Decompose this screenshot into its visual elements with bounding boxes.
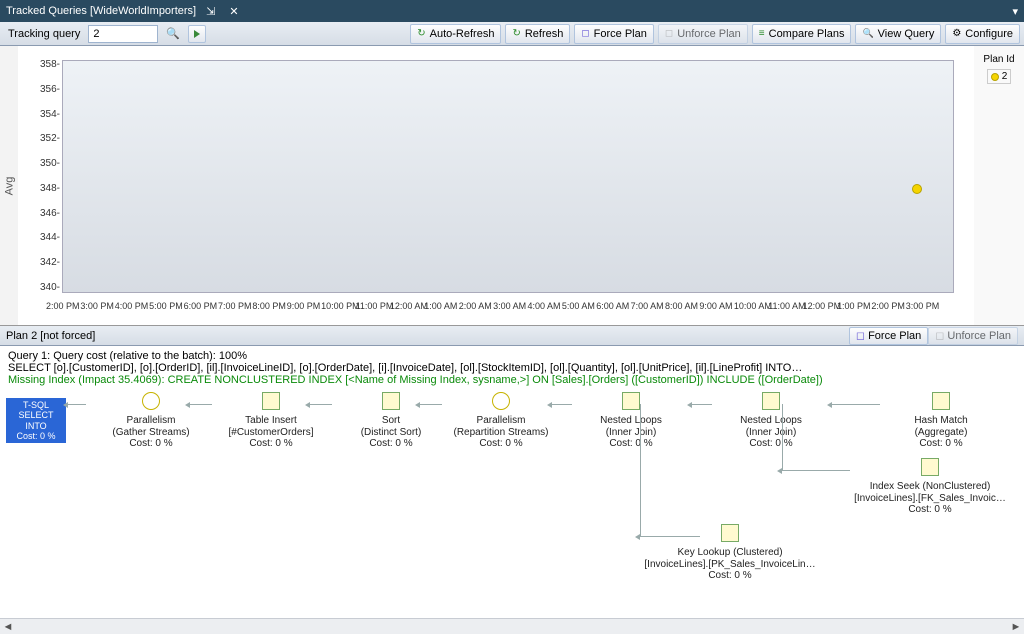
window-options-icon[interactable]: ▾ bbox=[1012, 5, 1018, 18]
x-ticks: 2:00 PM3:00 PM4:00 PM5:00 PM6:00 PM7:00 … bbox=[62, 301, 954, 311]
refresh-button[interactable]: Refresh bbox=[505, 24, 570, 44]
query-text: Query 1: Query cost (relative to the bat… bbox=[0, 346, 1024, 388]
plan-node-nested-loops-1[interactable]: Nested Loops(Inner Join)Cost: 0 % bbox=[560, 392, 702, 450]
refresh-icon bbox=[512, 28, 520, 39]
y-axis-label: Avg bbox=[0, 46, 18, 325]
title-bar: Tracked Queries [WideWorldImporters] ⇲ ✕… bbox=[0, 0, 1024, 22]
force-plan-icon bbox=[856, 329, 865, 342]
scroll-right-icon[interactable]: ► bbox=[1008, 620, 1024, 634]
plan-node-key-lookup[interactable]: Key Lookup (Clustered)[InvoiceLines].[PK… bbox=[630, 524, 830, 582]
plan-node-root[interactable]: T-SQL SELECT INTO Cost: 0 % bbox=[6, 398, 66, 443]
unforce-plan-icon bbox=[665, 28, 673, 39]
query-sql-line: SELECT [o].[CustomerID], [o].[OrderID], … bbox=[8, 362, 1016, 374]
chart-panel: Avg 358-356-354-352-350-348-346-344-342-… bbox=[0, 46, 1024, 326]
view-icon bbox=[862, 28, 873, 39]
legend-item[interactable]: 2 bbox=[987, 69, 1012, 84]
unforce-plan-icon bbox=[935, 329, 944, 342]
plot-box bbox=[62, 60, 954, 293]
execution-plan[interactable]: T-SQL SELECT INTO Cost: 0 % Parallelism(… bbox=[0, 388, 1024, 618]
plan-title: Plan 2 [not forced] bbox=[6, 330, 95, 342]
plan-node-nested-loops-2[interactable]: Nested Loops(Inner Join)Cost: 0 % bbox=[700, 392, 842, 450]
compare-plans-button[interactable]: Compare Plans bbox=[752, 24, 852, 44]
gear-icon bbox=[952, 28, 961, 39]
plan-header: Plan 2 [not forced] Force Plan Unforce P… bbox=[0, 326, 1024, 346]
auto-refresh-icon bbox=[417, 28, 425, 39]
data-point[interactable] bbox=[912, 184, 922, 194]
tracking-query-input[interactable] bbox=[88, 25, 158, 43]
legend: Plan Id 2 bbox=[974, 46, 1024, 325]
horizontal-scrollbar[interactable]: ◄ ► bbox=[0, 618, 1024, 634]
unforce-plan-button[interactable]: Unforce Plan bbox=[658, 24, 748, 44]
search-icon[interactable]: 🔍 bbox=[162, 27, 184, 40]
auto-refresh-button[interactable]: Auto-Refresh bbox=[410, 24, 501, 44]
chart-area[interactable]: 358-356-354-352-350-348-346-344-342-340-… bbox=[18, 46, 974, 325]
plan-node-index-seek[interactable]: Index Seek (NonClustered)[InvoiceLines].… bbox=[840, 458, 1020, 516]
plan-force-button[interactable]: Force Plan bbox=[849, 327, 928, 345]
compare-icon bbox=[759, 28, 765, 39]
scroll-left-icon[interactable]: ◄ bbox=[0, 620, 16, 634]
plan-node-hash-match[interactable]: Hash Match(Aggregate)Cost: 0 % bbox=[870, 392, 1012, 450]
plan-node-parallelism-repartition[interactable]: Parallelism(Repartition Streams)Cost: 0 … bbox=[430, 392, 572, 450]
y-ticks: 358-356-354-352-350-348-346-344-342-340- bbox=[26, 60, 60, 293]
document-title: Tracked Queries [WideWorldImporters] bbox=[6, 5, 196, 17]
tab-close-icon[interactable]: ✕ bbox=[225, 5, 242, 18]
view-query-button[interactable]: View Query bbox=[855, 24, 941, 44]
play-button[interactable] bbox=[188, 25, 206, 43]
tracking-label: Tracking query bbox=[4, 28, 84, 40]
force-plan-icon bbox=[581, 28, 589, 39]
document-tab[interactable]: Tracked Queries [WideWorldImporters] ⇲ ✕ bbox=[6, 5, 243, 18]
legend-title: Plan Id bbox=[978, 54, 1020, 65]
plan-unforce-button[interactable]: Unforce Plan bbox=[928, 327, 1018, 345]
toolbar: Tracking query 🔍 Auto-Refresh Refresh Fo… bbox=[0, 22, 1024, 46]
missing-index-line: Missing Index (Impact 35.4069): CREATE N… bbox=[8, 374, 1016, 386]
configure-button[interactable]: Configure bbox=[945, 24, 1020, 44]
pin-icon[interactable]: ⇲ bbox=[202, 5, 219, 18]
legend-swatch bbox=[991, 73, 999, 81]
force-plan-button[interactable]: Force Plan bbox=[574, 24, 654, 44]
query-cost-line: Query 1: Query cost (relative to the bat… bbox=[8, 350, 1016, 362]
